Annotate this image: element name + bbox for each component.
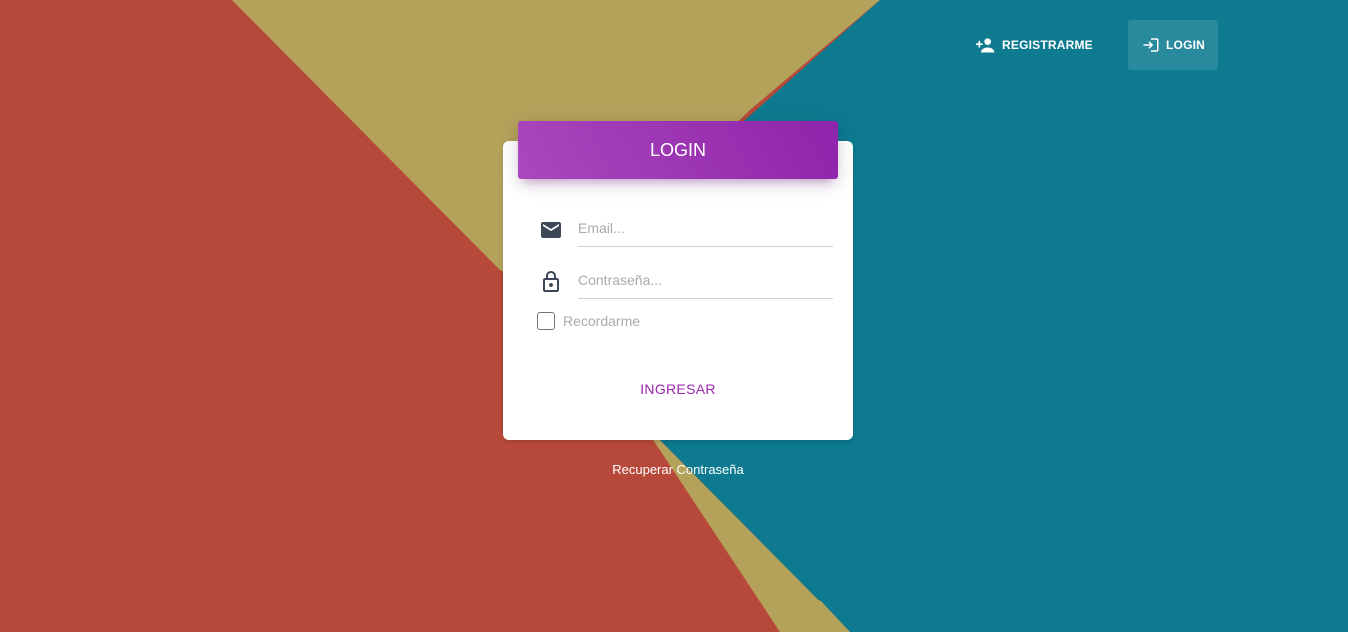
recover-password-link[interactable]: Recuperar Contraseña <box>503 462 853 477</box>
password-field-group <box>537 262 833 302</box>
card-header: LOGIN <box>518 121 838 179</box>
login-nav-button[interactable]: LOGIN <box>1128 20 1218 70</box>
remember-label: Recordarme <box>563 313 641 329</box>
mail-icon <box>537 216 565 244</box>
email-field[interactable] <box>578 210 833 247</box>
remember-me: Recordarme <box>537 312 640 330</box>
login-nav-label: LOGIN <box>1166 38 1205 52</box>
password-field[interactable] <box>578 262 833 299</box>
register-button-label: REGISTRARME <box>1002 38 1093 52</box>
login-card: LOGIN Recordarme INGRESAR <box>503 121 853 440</box>
submit-button[interactable]: INGRESAR <box>503 381 853 397</box>
person-add-icon <box>976 37 996 53</box>
login-arrow-icon <box>1142 36 1160 54</box>
lock-icon <box>537 268 565 296</box>
remember-checkbox[interactable] <box>537 312 555 330</box>
email-field-group <box>537 210 833 250</box>
card-title: LOGIN <box>649 139 706 160</box>
register-button[interactable]: REGISTRARME <box>964 20 1094 70</box>
